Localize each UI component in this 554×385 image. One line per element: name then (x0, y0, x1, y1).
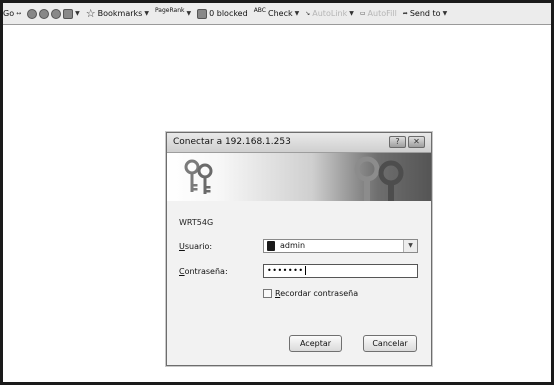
keys-watermark-icon (354, 156, 404, 201)
password-field[interactable]: ••••••• (263, 264, 418, 278)
autolink-label: AutoLink (312, 9, 348, 18)
help-button[interactable]: ? (389, 136, 406, 148)
realm-label: WRT54G (179, 218, 214, 227)
chevron-down-icon: ▼ (442, 10, 448, 17)
go-label: Go (3, 9, 15, 18)
spellcheck-button[interactable]: ABC Check ▼ (253, 7, 300, 18)
back-forward-icon: ↔ (16, 10, 22, 17)
chevron-down-icon: ▼ (186, 10, 192, 17)
bookmarks-label: Bookmarks (97, 9, 143, 18)
autofill-button: ▭ AutoFill (360, 9, 397, 18)
chevron-down-icon[interactable]: ▼ (403, 240, 417, 252)
username-combobox[interactable]: admin ▼ (263, 239, 418, 253)
autolink-button: ↘ AutoLink ▼ (305, 9, 354, 18)
login-dialog: Conectar a 192.168.1.253 ? ✕ WRT54G Usua… (166, 132, 432, 366)
keys-icon (184, 159, 213, 194)
dialog-title: Conectar a 192.168.1.253 (173, 137, 291, 147)
remember-password-label[interactable]: Recordar contraseña (275, 289, 358, 298)
chevron-down-icon: ▼ (144, 10, 149, 17)
close-button[interactable]: ✕ (408, 136, 425, 148)
autofill-icon: ▭ (359, 10, 366, 17)
username-label: Usuario: (179, 242, 212, 251)
popup-blocker-button[interactable]: 0 blocked (197, 8, 248, 19)
autolink-icon: ↘ (305, 10, 311, 17)
spellcheck-icon: ABC (253, 7, 266, 14)
remember-password-checkbox[interactable] (263, 289, 272, 298)
pagerank-button[interactable]: PageRank ▼ (154, 7, 192, 17)
user-icon (267, 241, 275, 251)
remember-label-text: ecordar contraseña (280, 289, 359, 298)
go-button[interactable]: Go ↔ (3, 9, 21, 18)
dialog-titlebar[interactable]: Conectar a 192.168.1.253 ? ✕ (167, 133, 431, 153)
popup-blocker-icon (197, 8, 208, 19)
username-label-text: suario: (184, 242, 213, 251)
bookmarks-button[interactable]: ☆ Bookmarks ▼ (85, 6, 149, 20)
remember-password-row[interactable]: Recordar contraseña (263, 289, 358, 298)
username-value: admin (280, 241, 306, 250)
check-label: Check (268, 9, 293, 18)
password-label-text: ontraseña: (184, 267, 228, 276)
chevron-down-icon: ▼ (349, 10, 354, 17)
google-toolbar: Go ↔ ▼ ☆ Bookmarks ▼ PageRank ▼ 0 blocked AB… (3, 3, 551, 25)
search-web-icon[interactable] (27, 8, 38, 19)
toolbar-icon-group: ▼ (27, 8, 80, 19)
password-value: ••••••• (267, 266, 304, 275)
pagerank-label: PageRank (154, 7, 185, 14)
search-site-icon[interactable] (39, 8, 50, 19)
text-caret (304, 266, 306, 275)
sendto-button[interactable]: ➦ Send to ▼ (403, 9, 447, 18)
password-label: Contraseña: (179, 267, 228, 276)
sendto-label: Send to (409, 9, 441, 18)
blocked-label: 0 blocked (209, 9, 248, 18)
dialog-banner (167, 153, 431, 201)
page-icon[interactable] (63, 8, 74, 19)
star-icon: ☆ (85, 6, 96, 20)
chevron-down-icon: ▼ (294, 10, 300, 17)
sendto-icon: ➦ (402, 10, 408, 17)
accept-button[interactable]: Aceptar (289, 335, 342, 352)
cancel-button[interactable]: Cancelar (363, 335, 417, 352)
autofill-label: AutoFill (367, 9, 397, 18)
chevron-down-icon[interactable]: ▼ (75, 10, 80, 17)
news-icon[interactable] (51, 8, 62, 19)
